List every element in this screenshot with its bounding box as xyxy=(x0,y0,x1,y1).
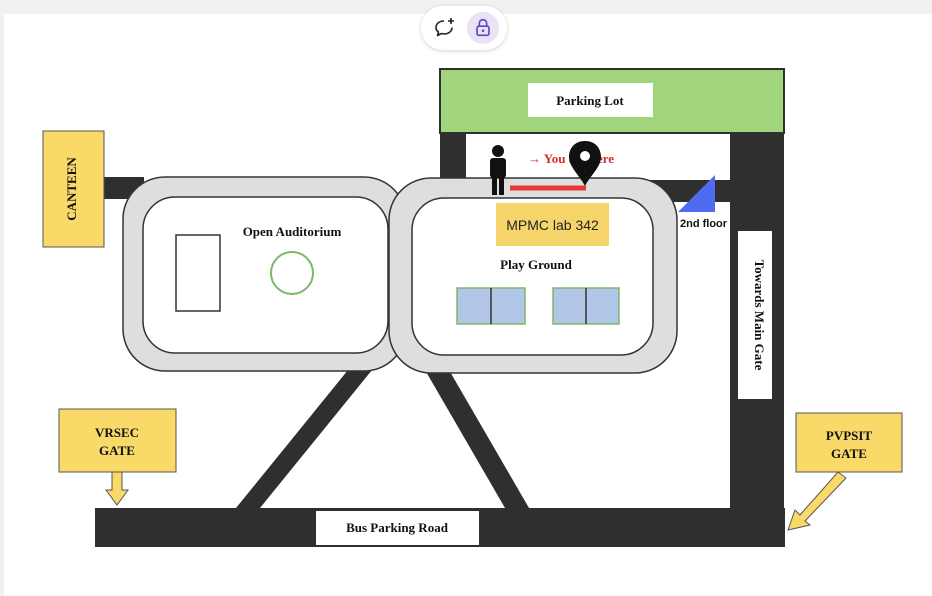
vrsec-gate-line2: GATE xyxy=(99,443,135,458)
second-floor-label: 2nd floor xyxy=(680,218,728,230)
bus-parking-road-label: Bus Parking Road xyxy=(346,520,449,535)
road-diagonal-right xyxy=(425,370,529,508)
court-right xyxy=(552,287,620,325)
court-left xyxy=(456,287,526,325)
vrsec-gate-arrow xyxy=(105,471,129,506)
towards-main-gate-label: Towards Main Gate xyxy=(752,260,767,371)
pvpsit-gate-line2: GATE xyxy=(831,446,867,461)
campus-map: Parking Lot → You are here CANTEEN Open … xyxy=(42,68,903,547)
lock-icon xyxy=(476,18,490,37)
pvpsit-gate-arrow xyxy=(787,471,847,531)
vrsec-gate-line1: VRSEC xyxy=(95,425,139,440)
road-diagonal-left xyxy=(236,370,372,508)
stage-rectangle xyxy=(175,234,221,312)
add-comment-button[interactable] xyxy=(429,12,461,44)
pvpsit-gate-line1: PVPSIT xyxy=(826,428,873,443)
comment-add-icon xyxy=(435,18,454,37)
lock-button[interactable] xyxy=(467,12,499,44)
mpmc-lab-label: MPMC lab 342 xyxy=(496,203,609,246)
auditorium-circle xyxy=(270,251,314,295)
parking-lot-label: Parking Lot xyxy=(556,93,624,108)
floating-toolbar xyxy=(421,6,507,50)
canteen-label: CANTEEN xyxy=(64,157,79,221)
play-ground-label: Play Ground xyxy=(500,257,572,272)
vrsec-gate-box xyxy=(58,408,177,473)
open-auditorium-label: Open Auditorium xyxy=(243,224,342,239)
